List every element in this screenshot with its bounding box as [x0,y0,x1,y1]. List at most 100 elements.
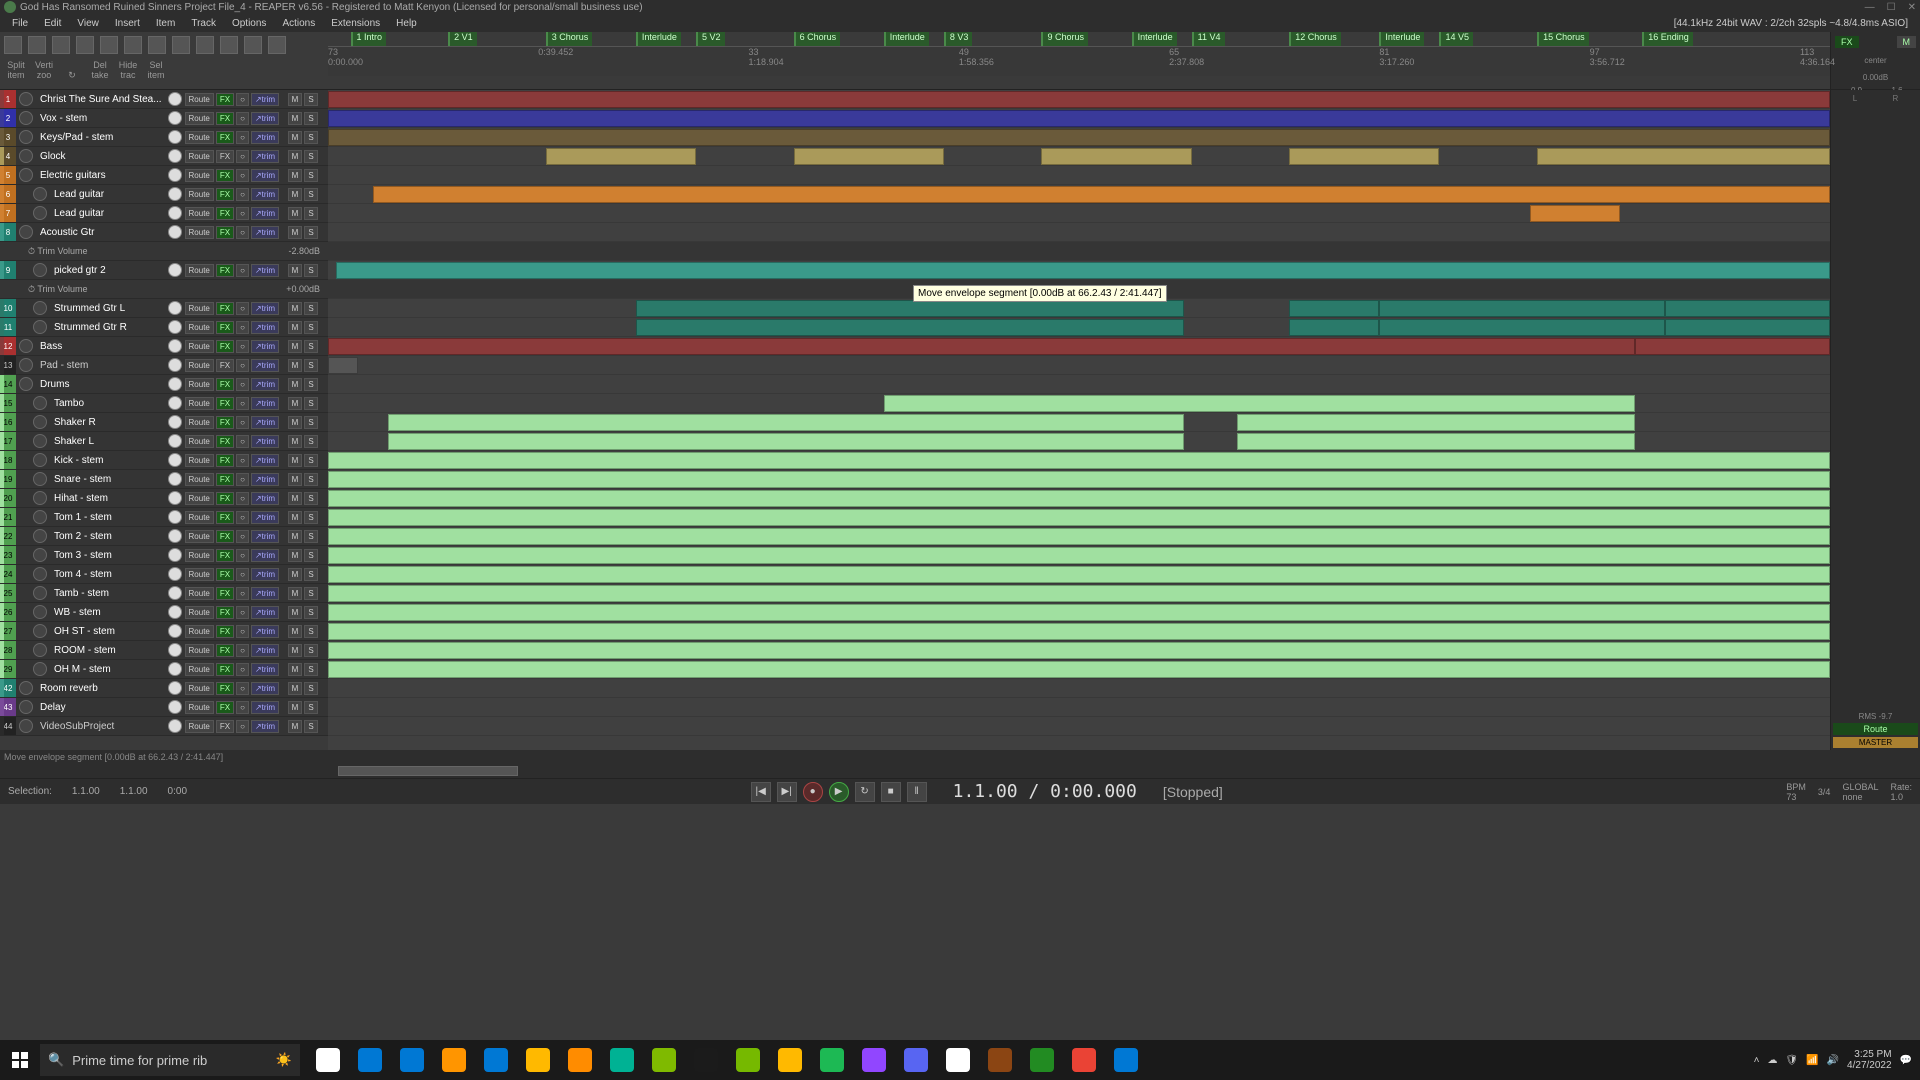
track-name[interactable]: Strummed Gtr L [50,303,166,314]
record-arm-button[interactable] [19,700,33,714]
trim-button[interactable]: ↗trim [251,207,279,220]
fx-button[interactable]: FX [216,587,234,600]
track-name[interactable]: picked gtr 2 [50,265,166,276]
media-item[interactable] [388,433,1184,450]
route-button[interactable]: Route [185,435,214,448]
mute-button[interactable]: M [288,606,302,619]
solo-button[interactable]: S [304,112,318,125]
fx-bypass-button[interactable]: ○ [236,302,249,315]
tray-volume-icon[interactable]: 🔊 [1827,1055,1839,1066]
menu-view[interactable]: View [69,18,107,29]
record-arm-button[interactable] [19,149,33,163]
volume-knob[interactable] [168,149,182,163]
media-item[interactable] [328,604,1830,621]
fx-button[interactable]: FX [216,701,234,714]
menu-file[interactable]: File [4,18,36,29]
fx-button[interactable]: FX [216,644,234,657]
track-lane[interactable] [328,337,1830,356]
volume-knob[interactable] [168,320,182,334]
track-name[interactable]: Room reverb [36,683,166,694]
media-item[interactable] [1041,148,1191,165]
track-lane[interactable] [328,166,1830,185]
track-header[interactable]: 17Shaker LRouteFX○↗trimMS [0,432,328,451]
route-button[interactable]: Route [185,416,214,429]
route-button[interactable]: Route [185,625,214,638]
time-ruler[interactable]: 730:00.0000:39.452331:18.904491:58.35665… [328,46,1830,76]
track-header[interactable]: 42Room reverbRouteFX○↗trimMS [0,679,328,698]
start-button[interactable] [0,1040,40,1080]
track-header[interactable]: 24Tom 4 - stemRouteFX○↗trimMS [0,565,328,584]
trim-button[interactable]: ↗trim [251,625,279,638]
mute-button[interactable]: M [288,169,302,182]
route-button[interactable]: Route [185,701,214,714]
track-name[interactable]: Tom 2 - stem [50,531,166,542]
mute-button[interactable]: M [288,416,302,429]
track-name[interactable]: Tamb - stem [50,588,166,599]
solo-button[interactable]: S [304,169,318,182]
track-header[interactable]: 44VideoSubProjectRouteFX○↗trimMS [0,717,328,736]
fx-button[interactable]: FX [216,625,234,638]
solo-button[interactable]: S [304,321,318,334]
play-icon[interactable] [220,36,238,54]
track-header[interactable]: 10Strummed Gtr LRouteFX○↗trimMS [0,299,328,318]
media-item[interactable] [1537,148,1830,165]
volume-knob[interactable] [168,567,182,581]
track-header[interactable]: 8Acoustic GtrRouteFX○↗trimMS [0,223,328,242]
trim-button[interactable]: ↗trim [251,644,279,657]
taskbar-task-view-icon[interactable] [308,1040,348,1080]
volume-knob[interactable] [168,415,182,429]
solo-button[interactable]: S [304,587,318,600]
goto-end-button[interactable]: ▶| [777,782,797,802]
track-name[interactable]: Bass [36,341,166,352]
audio-device-info[interactable]: [44.1kHz 24bit WAV : 2/2ch 32spls ~4.8/4… [1666,18,1916,29]
record-arm-button[interactable] [19,681,33,695]
route-button[interactable]: Route [185,93,214,106]
track-lane[interactable] [328,375,1830,394]
fx-bypass-button[interactable]: ○ [236,131,249,144]
record-arm-button[interactable] [33,548,47,562]
solo-button[interactable]: S [304,302,318,315]
fx-bypass-button[interactable]: ○ [236,625,249,638]
tray-onedrive-icon[interactable]: ☁ [1767,1055,1777,1066]
fx-button[interactable]: FX [216,112,234,125]
tray-chevron-icon[interactable]: ˄ [1754,1055,1760,1066]
route-button[interactable]: Route [185,302,214,315]
mute-button[interactable]: M [288,644,302,657]
mute-button[interactable]: M [288,663,302,676]
route-button[interactable]: Route [185,378,214,391]
solo-button[interactable]: S [304,644,318,657]
media-item[interactable] [636,319,1184,336]
fx-button[interactable]: FX [216,150,234,163]
route-button[interactable]: Route [185,321,214,334]
fx-bypass-button[interactable]: ○ [236,606,249,619]
solo-button[interactable]: S [304,188,318,201]
selection-start[interactable]: 1.1.00 [72,786,100,797]
mute-button[interactable]: M [288,188,302,201]
route-button[interactable]: Route [185,131,214,144]
record-arm-button[interactable] [33,206,47,220]
record-arm-button[interactable] [19,377,33,391]
media-item[interactable] [1379,300,1664,317]
taskbar-app7-icon[interactable] [1022,1040,1062,1080]
solo-button[interactable]: S [304,416,318,429]
fx-bypass-button[interactable]: ○ [236,663,249,676]
tray-network-icon[interactable]: 📶 [1806,1055,1818,1066]
record-arm-button[interactable] [19,339,33,353]
media-item[interactable] [328,357,358,374]
fx-button[interactable]: FX [216,397,234,410]
track-header[interactable]: 18Kick - stemRouteFX○↗trimMS [0,451,328,470]
marker[interactable]: 8 V3 [944,32,973,46]
track-name[interactable]: Christ The Sure And Stea... [36,94,166,105]
volume-knob[interactable] [168,586,182,600]
track-header[interactable]: 23Tom 3 - stemRouteFX○↗trimMS [0,546,328,565]
fx-bypass-button[interactable]: ○ [236,359,249,372]
taskbar-edge-icon[interactable] [392,1040,432,1080]
trim-button[interactable]: ↗trim [251,321,279,334]
media-item[interactable] [388,414,1184,431]
fx-bypass-button[interactable]: ○ [236,644,249,657]
fx-bypass-button[interactable]: ○ [236,701,249,714]
trim-button[interactable]: ↗trim [251,530,279,543]
marker[interactable]: Interlude [1379,32,1424,46]
goto-start-button[interactable]: |◀ [751,782,771,802]
track-name[interactable]: VideoSubProject [36,721,166,732]
